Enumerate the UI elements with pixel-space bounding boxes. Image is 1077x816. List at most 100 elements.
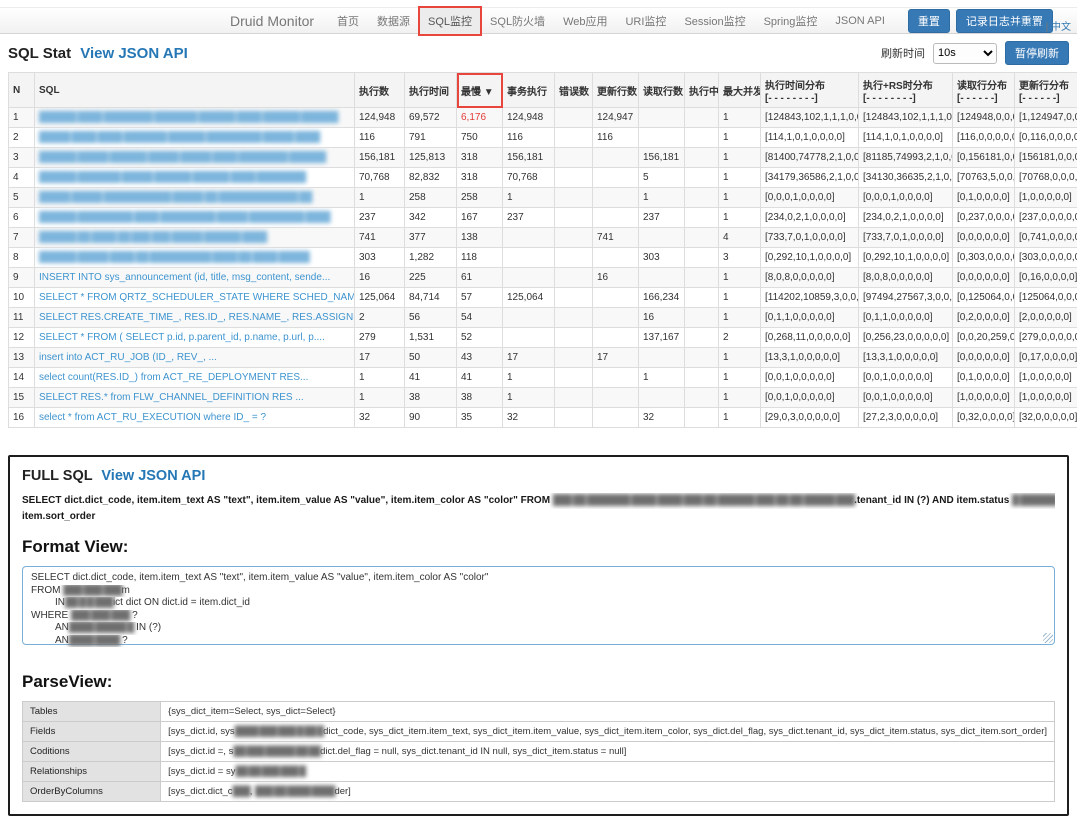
view-json-api-link[interactable]: View JSON API — [80, 45, 188, 62]
nav-item-9[interactable]: JSON API — [826, 9, 894, 33]
row-number: 13 — [9, 348, 35, 368]
cell-dist-fetch-rows: [0,2,0,0,0,0] — [953, 308, 1015, 328]
cell-dist-exec-time: [0,292,10,1,0,0,0,0] — [761, 248, 859, 268]
column-header-1[interactable]: N — [9, 73, 35, 108]
cell-dist-update-rows: [0,16,0,0,0,0] — [1015, 268, 1077, 288]
cell-error-count — [555, 368, 593, 388]
column-header-2[interactable]: SQL — [35, 73, 355, 108]
format-view-textarea[interactable]: SELECT dict.dict_code, item.item_text AS… — [22, 566, 1055, 645]
redacted-text: ██ ██ ███ ███ █ — [235, 766, 305, 777]
sql-link[interactable]: █████ █████ ███████████ █████ ██ ███████… — [39, 192, 311, 203]
sql-link[interactable]: ██████ █████ ████ ██ ██████████ ████ ██ … — [39, 252, 309, 263]
cell-dist-update-rows: [303,0,0,0,0,0] — [1015, 248, 1077, 268]
cell-exec-time: 791 — [405, 128, 457, 148]
cell-tx-exec: 116 — [503, 128, 555, 148]
nav-item-1[interactable]: 首页 — [328, 7, 368, 35]
column-header-4[interactable]: 执行时间 — [405, 73, 457, 108]
sql-link[interactable]: ██████ ████ ████████ ███████ ██████ ████… — [39, 112, 337, 123]
row-number: 4 — [9, 168, 35, 188]
cell-exec-count: 116 — [355, 128, 405, 148]
cell-update-rows: 741 — [593, 228, 639, 248]
cell-dist-exec-rs-time: [0,292,10,1,0,0,0,0] — [859, 248, 953, 268]
cell-dist-update-rows: [1,0,0,0,0,0] — [1015, 388, 1077, 408]
nav-item-3[interactable]: SQL监控 — [419, 7, 481, 35]
sql-link[interactable]: ██████ █████ ██████ █████ █████ ████ ███… — [39, 152, 325, 163]
cell-dist-fetch-rows: [116,0,0,0,0,0] — [953, 128, 1015, 148]
sql-link[interactable]: SELECT RES.* from FLW_CHANNEL_DEFINITION… — [39, 392, 304, 403]
text-segment: [sys_dict.id = sy — [168, 766, 235, 777]
sql-link[interactable]: ██████ █████████ ████ █████████ █████ ██… — [39, 212, 330, 223]
cell-max-concurrent: 1 — [719, 148, 761, 168]
parse-view-table: Tables{sys_dict_item=Select, sys_dict=Se… — [22, 701, 1055, 802]
sql-link[interactable]: ██████ ███████ █████ ██████ ██████ ████ … — [39, 172, 305, 183]
column-header-11[interactable]: 最大并发 — [719, 73, 761, 108]
cell-exec-time: 377 — [405, 228, 457, 248]
cell-max-concurrent: 1 — [719, 108, 761, 128]
column-header-7[interactable]: 错误数 — [555, 73, 593, 108]
text-segment: item.sort_order — [22, 511, 95, 522]
column-sublabel: [- - - - - - - -] — [863, 93, 948, 104]
full-sql-view-json-api-link[interactable]: View JSON API — [101, 468, 205, 484]
text-segment: ? — [129, 610, 137, 621]
lang-english-link[interactable]: English — [1010, 22, 1043, 33]
cell-running — [685, 128, 719, 148]
sql-link[interactable]: insert into ACT_RU_JOB (ID_, REV_, ... — [39, 352, 217, 363]
column-header-13[interactable]: 执行+RS时分布[- - - - - - - -] — [859, 73, 953, 108]
refresh-interval-select[interactable]: 10s — [933, 43, 997, 64]
title-toolbar-row: SQL Stat View JSON API 刷新时间 10s 暂停刷新 — [0, 34, 1077, 70]
cell-error-count — [555, 228, 593, 248]
column-header-14[interactable]: 读取行分布[- - - - - -] — [953, 73, 1015, 108]
sql-link[interactable]: █████ ████ ████ ███████ ██████ █████████… — [39, 132, 319, 143]
cell-running — [685, 288, 719, 308]
column-header-6[interactable]: 事务执行 — [503, 73, 555, 108]
sql-link[interactable]: SELECT * FROM QRTZ_SCHEDULER_STATE WHERE… — [39, 292, 355, 303]
sql-link[interactable]: select count(RES.ID_) from ACT_RE_DEPLOY… — [39, 372, 308, 383]
table-row: 4 ██████ ███████ █████ ██████ ██████ ████… — [9, 168, 1077, 188]
cell-update-rows: 17 — [593, 348, 639, 368]
sql-link[interactable]: ██████ ██ ████ ██ ███ ███ █████ ██████ █… — [39, 232, 266, 243]
pause-refresh-button[interactable]: 暂停刷新 — [1005, 41, 1069, 65]
column-label: 读取行分布 — [957, 77, 1010, 92]
text-segment: AN — [55, 635, 69, 646]
reset-button[interactable]: 重置 — [908, 9, 950, 33]
cell-exec-time: 50 — [405, 348, 457, 368]
cell-running — [685, 368, 719, 388]
nav-item-6[interactable]: URI监控 — [616, 7, 675, 35]
sql-link[interactable]: INSERT INTO sys_announcement (id, title,… — [39, 272, 330, 283]
column-header-12[interactable]: 执行时间分布[- - - - - - - -] — [761, 73, 859, 108]
cell-slowest: 258 — [457, 188, 503, 208]
column-header-15[interactable]: 更新行分布[- - - - - -] — [1015, 73, 1077, 108]
lang-chinese-link[interactable]: 中文 — [1051, 22, 1071, 33]
cell-tx-exec — [503, 268, 555, 288]
nav-item-2[interactable]: 数据源 — [368, 7, 419, 35]
nav-item-8[interactable]: Spring监控 — [755, 7, 827, 35]
cell-slowest: 118 — [457, 248, 503, 268]
cell-tx-exec: 32 — [503, 408, 555, 428]
column-header-10[interactable]: 执行中 — [685, 73, 719, 108]
formatted-sql-line: IN██ █ █ ███ict dict ON dict.id = item.d… — [31, 597, 1046, 610]
column-sublabel: [- - - - - -] — [957, 93, 1010, 104]
nav-item-7[interactable]: Session监控 — [675, 7, 754, 35]
cell-max-concurrent: 1 — [719, 208, 761, 228]
sql-link[interactable]: select * from ACT_RU_EXECUTION where ID_… — [39, 412, 266, 423]
resize-handle-icon[interactable] — [1043, 633, 1053, 643]
nav-item-5[interactable]: Web应用 — [554, 7, 616, 35]
sql-link[interactable]: SELECT RES.CREATE_TIME_, RES.ID_, RES.NA… — [39, 312, 355, 323]
column-header-8[interactable]: 更新行数 — [593, 73, 639, 108]
table-header-row: NSQL执行数执行时间最慢 ▼事务执行错误数更新行数读取行数执行中最大并发执行时… — [9, 73, 1077, 108]
slowest-value-red: 6,176 — [461, 112, 486, 123]
page-title-text: SQL Stat — [8, 45, 71, 62]
cell-dist-fetch-rows: [0,1,0,0,0,0] — [953, 368, 1015, 388]
sql-link[interactable]: SELECT * FROM ( SELECT p.id, p.parent_id… — [39, 332, 325, 343]
cell-slowest: 38 — [457, 388, 503, 408]
column-header-3[interactable]: 执行数 — [355, 73, 405, 108]
column-header-5[interactable]: 最慢 ▼ — [457, 73, 503, 108]
format-view-heading: Format View: — [22, 537, 1055, 557]
cell-exec-count: 237 — [355, 208, 405, 228]
nav-item-4[interactable]: SQL防火墙 — [481, 7, 554, 35]
full-sql-title-text: FULL SQL — [22, 468, 92, 484]
cell-exec-time: 1,531 — [405, 328, 457, 348]
cell-dist-update-rows: [125064,0,0,0,0,0] — [1015, 288, 1077, 308]
column-header-9[interactable]: 读取行数 — [639, 73, 685, 108]
cell-dist-exec-rs-time: [0,0,1,0,0,0,0,0] — [859, 368, 953, 388]
